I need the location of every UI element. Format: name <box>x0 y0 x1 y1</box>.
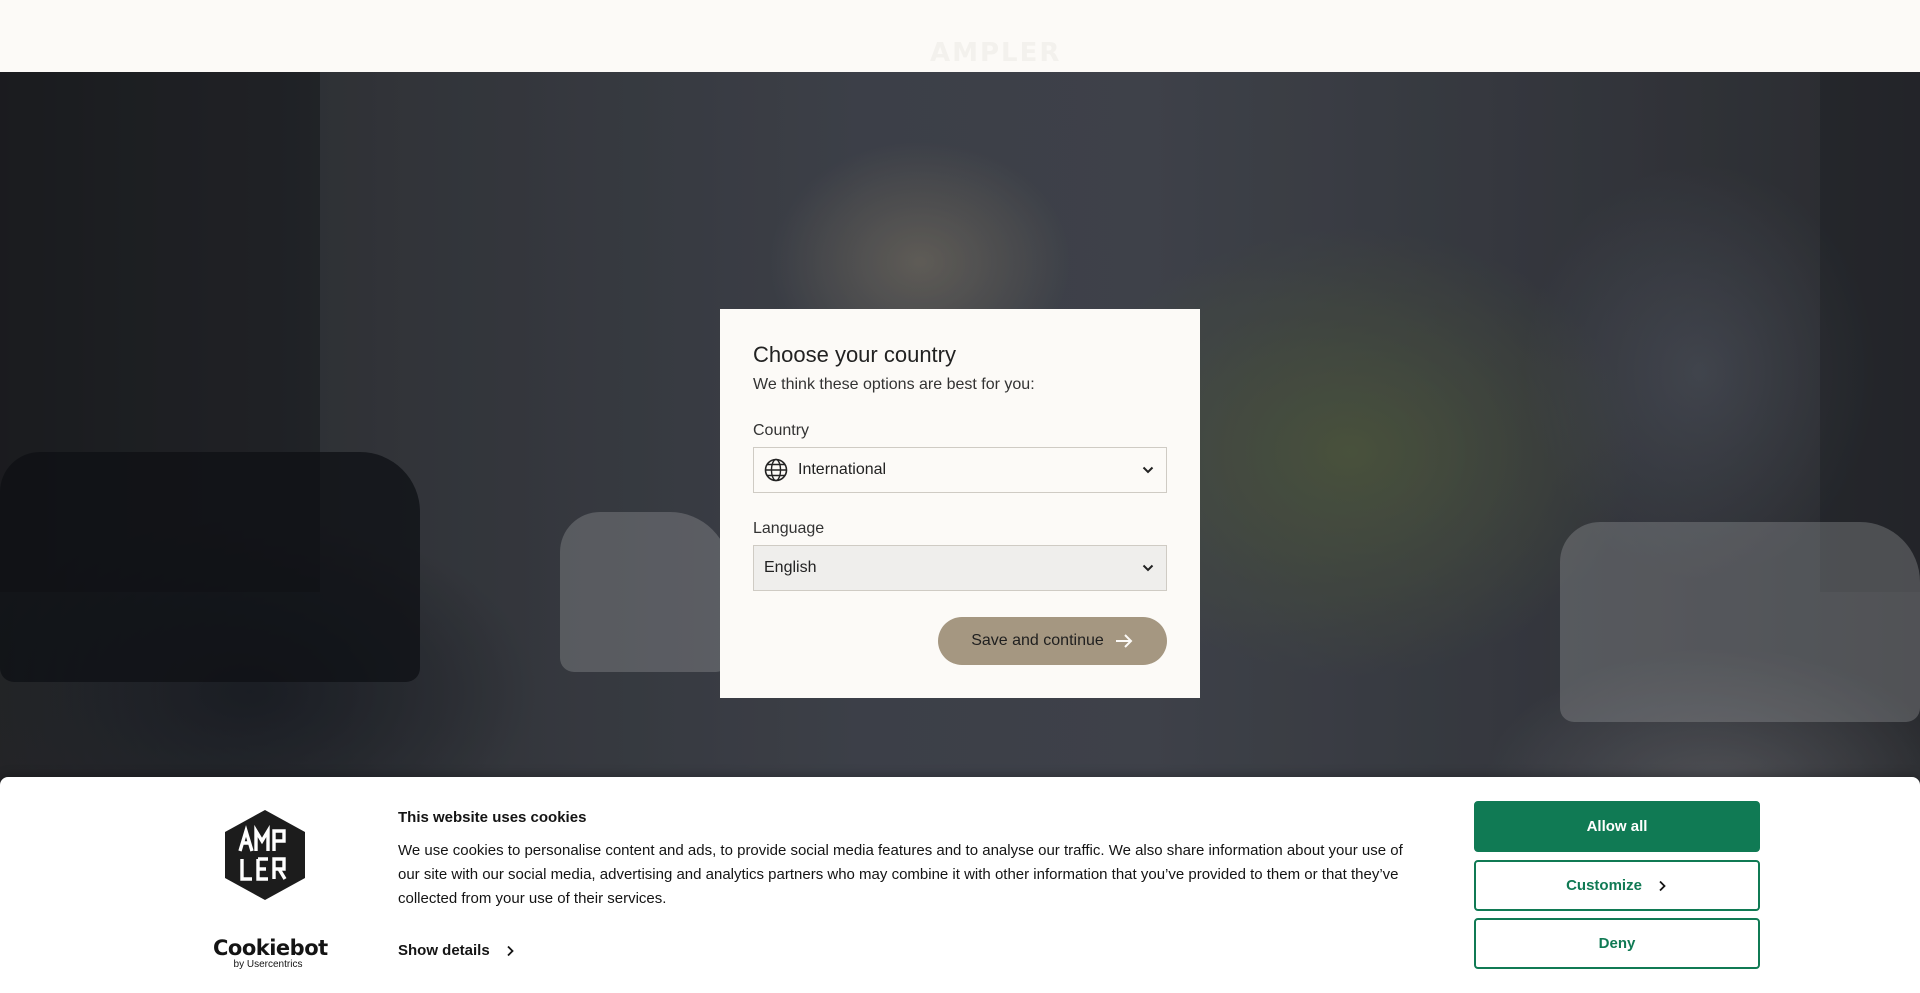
language-select[interactable]: English <box>753 545 1167 591</box>
show-details-link[interactable]: Show details <box>398 942 516 959</box>
cookie-banner-title: This website uses cookies <box>398 809 587 826</box>
save-button-label: Save and continue <box>971 632 1104 649</box>
chevron-down-icon <box>1142 466 1154 474</box>
chevron-right-icon <box>1659 880 1666 891</box>
cookiebot-logo[interactable]: Cookiebot by Usercentrics <box>213 936 328 971</box>
customize-button[interactable]: Customize <box>1474 860 1760 911</box>
cookie-consent-banner: Cookiebot by Usercentrics This website u… <box>0 777 1920 993</box>
language-select-value: English <box>764 559 817 576</box>
show-details-label: Show details <box>398 942 490 959</box>
site-header: AMPLER <box>0 0 1920 72</box>
ampler-logo-badge <box>225 810 305 900</box>
country-selector-modal: Choose your country We think these optio… <box>720 309 1200 698</box>
country-select-value: International <box>798 461 887 478</box>
modal-title: Choose your country <box>753 342 956 367</box>
country-label: Country <box>753 422 810 439</box>
allow-all-label: Allow all <box>1586 818 1648 835</box>
globe-icon <box>764 458 788 482</box>
customize-label: Customize <box>1566 877 1642 894</box>
country-select[interactable]: International <box>753 447 1167 493</box>
modal-subtitle: We think these options are best for you: <box>753 376 1035 393</box>
chevron-right-icon <box>507 945 514 956</box>
chevron-down-icon <box>1142 564 1154 572</box>
arrow-right-icon <box>1115 634 1133 648</box>
site-logo[interactable]: AMPLER <box>930 38 1061 68</box>
save-and-continue-button[interactable]: Save and continue <box>938 617 1167 665</box>
deny-button[interactable]: Deny <box>1474 918 1760 969</box>
allow-all-button[interactable]: Allow all <box>1474 801 1760 852</box>
language-label: Language <box>753 520 825 537</box>
cookie-banner-text: We use cookies to personalise content an… <box>398 842 1403 907</box>
deny-label: Deny <box>1598 935 1636 952</box>
cookiebot-by: by Usercentrics <box>233 959 303 970</box>
cookiebot-name: Cookiebot <box>213 936 328 960</box>
